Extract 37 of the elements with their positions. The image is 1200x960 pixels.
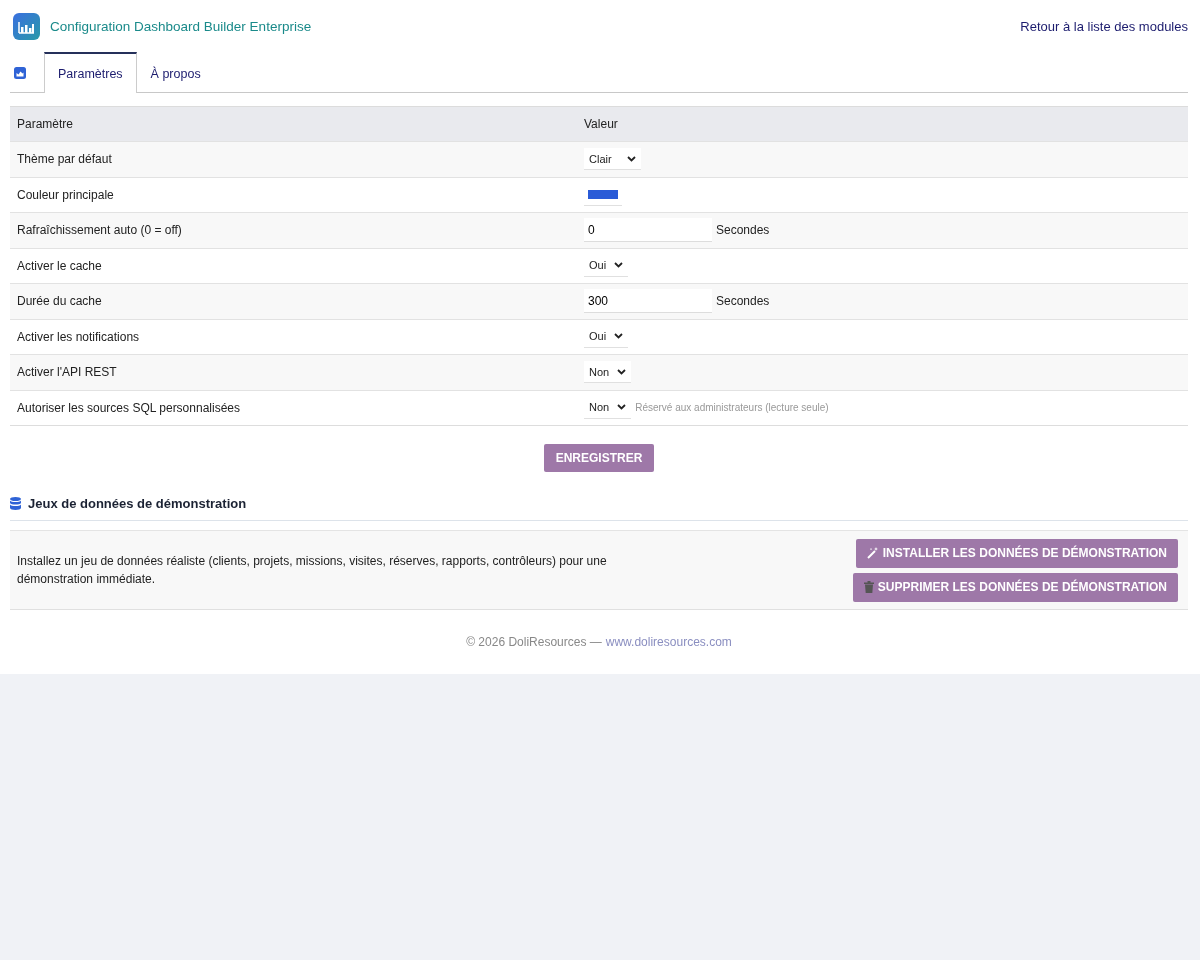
tab[interactable]: À propos [136, 53, 215, 93]
magic-wand-icon [866, 547, 879, 559]
chevron-down-icon [614, 262, 624, 269]
copyright-text: © 2026 DoliResources — [466, 635, 602, 649]
setting-label: Activer le cache [16, 258, 103, 273]
tab[interactable]: Paramètres [44, 52, 137, 93]
back-link[interactable]: Retour à la liste des modules [1020, 18, 1188, 34]
install-demo-button[interactable]: INSTALLER LES DONNÉES DE DÉMONSTRATION [855, 538, 1178, 568]
number-field[interactable]: 300 [584, 289, 712, 314]
chevron-down-icon [627, 155, 636, 162]
setting-label: Activer les notifications [16, 329, 141, 344]
chevron-down-icon [617, 404, 627, 411]
bar-chart-logo-icon [13, 12, 40, 40]
unit-label: Secondes [716, 294, 770, 309]
delete-demo-button[interactable]: SUPPRIMER LES DONNÉES DE DÉMONSTRATION [852, 572, 1178, 602]
database-icon [10, 496, 21, 510]
column-header: Paramètre [16, 117, 75, 131]
app-title: Configuration Dashboard Builder Enterprise [50, 18, 312, 34]
number-field[interactable]: 0 [584, 218, 712, 243]
setting-label: Activer l'API REST [16, 365, 118, 380]
setting-label: Durée du cache [16, 294, 103, 309]
save-button[interactable]: ENREGISTRER [543, 444, 655, 472]
description-text: Installez un jeu de données réaliste (clients, projets, missions, visites, réserves, rapports, contrôleurs) pour une démonstration immédiate. [17, 553, 608, 588]
chart-icon [14, 66, 26, 79]
setting-label: Thème par défaut [16, 152, 113, 167]
select-field[interactable]: Non [584, 361, 632, 384]
unit-label: Secondes [716, 223, 770, 238]
column-header: Valeur [583, 117, 619, 131]
chevron-down-icon [617, 368, 627, 375]
setting-label: Autoriser les sources SQL personnalisées [16, 400, 241, 415]
select-field[interactable]: Clair [584, 148, 641, 171]
setting-label: Rafraîchissement auto (0 = off) [16, 223, 183, 238]
section-title: Jeux de données de démonstration [28, 495, 247, 511]
chevron-down-icon [614, 333, 624, 340]
trash-icon [863, 581, 874, 593]
setting-label: Couleur principale [16, 187, 115, 202]
hint-text: Réservé aux administrateurs (lecture seule) [635, 402, 829, 414]
